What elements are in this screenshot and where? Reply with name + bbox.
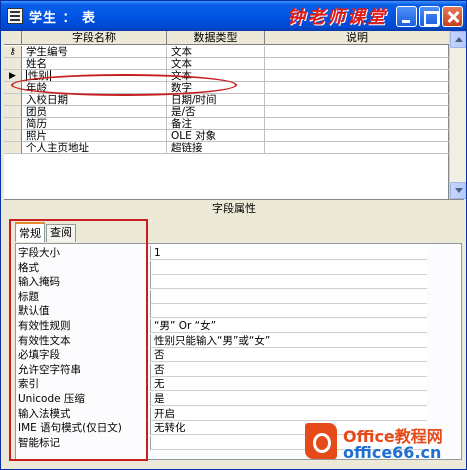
description-cell[interactable] [265,142,449,154]
field-name-cell[interactable]: 学生编号 [22,46,167,58]
grid-header: 字段名称 数据类型 说明 [4,31,449,45]
property-value[interactable]: 否 [150,348,427,363]
property-value[interactable]: 是 [150,392,427,406]
field-row[interactable]: 团员 是/否 [4,106,449,118]
watermark-title: 钟老师课堂 [287,7,387,28]
field-name-text: 学生编号 [26,46,68,58]
logo-text-line2: office66.cn [343,443,442,462]
description-cell[interactable] [265,118,449,130]
property-value[interactable]: 1 [150,246,427,260]
primary-key-icon[interactable]: ⚷ [4,46,22,58]
property-value[interactable]: 否 [150,362,427,377]
field-name-text: 照片 [26,130,47,142]
field-name-text: 姓名 [26,58,47,70]
property-value[interactable] [150,275,427,290]
field-row[interactable]: 入校日期 日期/时间 [4,94,449,106]
row-selector[interactable] [4,106,22,118]
column-header-data-type[interactable]: 数据类型 [167,31,265,45]
field-name-text: 入校日期 [26,94,68,106]
data-type-cell[interactable]: 备注 [167,118,265,130]
property-value[interactable] [150,260,427,275]
data-type-cell[interactable]: 文本 [167,58,265,70]
property-value[interactable] [150,289,427,304]
data-type-cell[interactable]: 文本 [167,46,265,58]
field-name-text: 团员 [26,106,47,118]
office-logo-icon [305,423,337,459]
description-cell[interactable] [265,46,449,58]
column-header-description[interactable]: 说明 [265,31,449,45]
minimize-button[interactable] [396,6,417,27]
office-logo: Office教程网 office66.cn [301,419,463,467]
description-cell[interactable] [265,130,449,142]
property-value[interactable]: “男” Or “女” [150,319,427,333]
property-value[interactable]: 性别只能输入“男”或“女” [150,333,427,348]
field-name-cell[interactable]: 个人主页地址 [22,142,167,154]
property-value[interactable] [150,304,427,319]
description-cell[interactable] [265,106,449,118]
row-selector[interactable] [4,142,22,154]
description-cell[interactable] [265,82,449,94]
data-type-cell[interactable]: 是/否 [167,106,265,118]
grid-scrollbar[interactable] [449,31,466,199]
annotation-ellipse [11,74,237,96]
scroll-down-button[interactable] [450,182,466,199]
annotation-box [9,219,148,461]
scroll-up-button[interactable] [450,31,466,48]
field-properties-title: 字段属性 [4,199,464,217]
field-row[interactable]: 照片 OLE 对象 [4,130,449,142]
field-name-cell[interactable]: 姓名 [22,58,167,70]
description-cell[interactable] [265,58,449,70]
data-type-cell[interactable]: 日期/时间 [167,94,265,106]
data-type-cell[interactable]: 超链接 [167,142,265,154]
row-selector-header [4,31,22,45]
field-row[interactable]: 简历 备注 [4,118,449,130]
row-selector[interactable] [4,118,22,130]
description-cell[interactable] [265,70,449,82]
field-name-cell[interactable]: 团员 [22,106,167,118]
field-name-text: 简历 [26,118,47,130]
property-value[interactable]: 无 [150,377,427,392]
column-header-field-name[interactable]: 字段名称 [22,31,167,45]
close-button[interactable] [442,6,463,27]
description-cell[interactable] [265,94,449,106]
row-selector[interactable] [4,58,22,70]
maximize-button[interactable] [419,6,440,27]
title-bar[interactable]: 学生 ： 表 钟老师课堂 [1,1,466,31]
data-type-cell[interactable]: OLE 对象 [167,130,265,142]
window-title: 学生 ： 表 [29,11,97,26]
field-row[interactable]: 个人主页地址 超链接 [4,142,449,154]
field-row[interactable]: ⚷ 学生编号 文本 [4,46,449,58]
table-design-window: 学生 ： 表 钟老师课堂 字段名称 数据类型 说明 ⚷ 学生编号 文本 姓名 文本 ▶ 性别… [0,0,467,470]
field-name-cell[interactable]: 照片 [22,130,167,142]
field-name-cell[interactable]: 简历 [22,118,167,130]
field-row[interactable]: 姓名 文本 [4,58,449,70]
row-selector[interactable] [4,130,22,142]
row-selector[interactable] [4,94,22,106]
field-name-text: 个人主页地址 [26,142,89,154]
field-grid: 字段名称 数据类型 说明 ⚷ 学生编号 文本 姓名 文本 ▶ 性别 文本 年龄 数字 入校日期 日期/… [4,31,449,199]
tab-general[interactable]: 常规 [15,222,45,242]
table-icon[interactable] [7,8,23,24]
